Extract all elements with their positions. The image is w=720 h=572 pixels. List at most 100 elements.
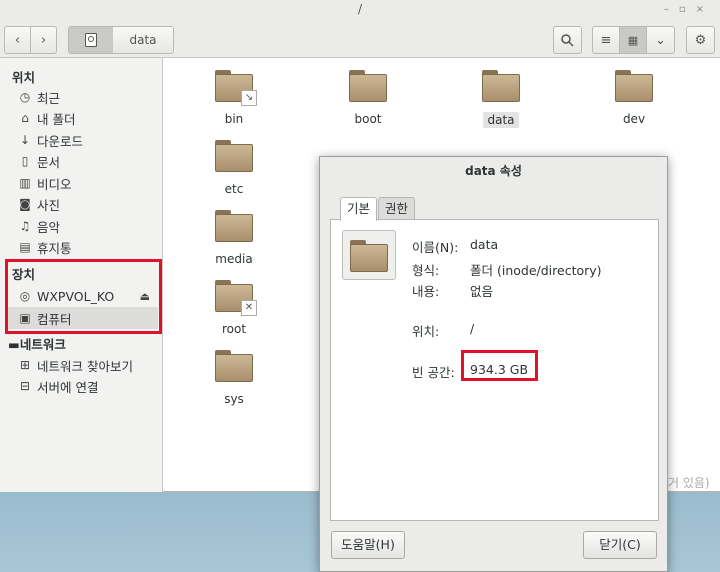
file-item-root[interactable]: ✕ root bbox=[189, 280, 279, 336]
close-button[interactable]: 닫기(C) bbox=[583, 531, 657, 559]
sidebar-item-label: 최근 bbox=[37, 90, 61, 106]
file-name: data bbox=[483, 112, 519, 128]
sidebar-item-label: 문서 bbox=[37, 154, 61, 170]
type-label: 형식: bbox=[412, 263, 440, 278]
file-name: bin bbox=[224, 112, 244, 126]
window-controls[interactable]: –▫× bbox=[664, 1, 714, 19]
server-icon: ⊟ bbox=[19, 379, 31, 393]
view-options-button[interactable]: ⌄ bbox=[646, 26, 675, 54]
folder-icon bbox=[615, 70, 653, 102]
path-segment-current[interactable]: data bbox=[113, 27, 173, 53]
sidebar-item-browse-network[interactable]: ⊞ 네트워크 찾아보기 bbox=[18, 355, 158, 375]
file-name: dev bbox=[622, 112, 646, 126]
sidebar-item-label: 휴지통 bbox=[37, 240, 72, 256]
sidebar-item-label: 네트워크 찾아보기 bbox=[37, 358, 133, 374]
help-button[interactable]: 도움말(H) bbox=[331, 531, 405, 559]
clock-icon: ◷ bbox=[19, 90, 31, 104]
sidebar: 위치 ◷ 최근 ⌂ 내 폴더 ↓ 다운로드 ▯ 문서 ▥ 비디오 ◙ 사진 ♫ 음악 ▤ 휴지통… bbox=[0, 58, 163, 492]
sidebar-devices-header: 장치 bbox=[12, 267, 36, 282]
chevron-left-icon: ‹ bbox=[14, 32, 21, 48]
chevron-right-icon: › bbox=[40, 32, 47, 48]
file-name: boot bbox=[354, 112, 382, 126]
folder-icon bbox=[215, 140, 253, 172]
folder-icon bbox=[482, 70, 520, 102]
status-fragment: 거 있음) bbox=[668, 476, 710, 490]
title-bar: / –▫× bbox=[0, 0, 720, 22]
properties-dialog: data 속성 기본 권한 이름(N): data 형식: 폴더 (inode/… bbox=[319, 156, 668, 572]
network-header-icon: ▬ bbox=[8, 337, 20, 352]
camera-icon: ◙ bbox=[19, 197, 31, 211]
locked-x-icon: ✕ bbox=[241, 300, 257, 316]
network-icon: ⊞ bbox=[19, 358, 31, 372]
tab-basic[interactable]: 기본 bbox=[340, 197, 378, 221]
sidebar-item-computer[interactable]: ▣ 컴퓨터 bbox=[8, 307, 158, 329]
type-value: 폴더 (inode/directory) bbox=[470, 263, 602, 278]
disc-icon: ◎ bbox=[19, 289, 31, 303]
name-label: 이름(N): bbox=[412, 240, 459, 255]
sidebar-item-home[interactable]: ⌂ 내 폴더 bbox=[18, 108, 158, 128]
sidebar-item-label: 사진 bbox=[37, 197, 61, 213]
window-title: / bbox=[357, 2, 363, 16]
search-icon bbox=[561, 33, 574, 47]
path-root-button[interactable] bbox=[69, 27, 113, 53]
file-item-sys[interactable]: sys bbox=[189, 350, 279, 406]
file-name: root bbox=[221, 322, 247, 336]
folder-icon bbox=[342, 230, 396, 280]
dialog-title: data 속성 bbox=[465, 164, 522, 178]
sidebar-network-header: ▬네트워크 bbox=[8, 334, 66, 353]
forward-button[interactable]: › bbox=[30, 26, 57, 54]
eject-icon[interactable]: ⏏ bbox=[140, 290, 150, 303]
chevron-down-icon: ⌄ bbox=[655, 32, 666, 48]
contents-value: 없음 bbox=[470, 284, 494, 299]
sidebar-item-pictures[interactable]: ◙ 사진 bbox=[18, 194, 158, 214]
sidebar-item-label: 음악 bbox=[37, 219, 61, 235]
file-item-bin[interactable]: ↘ bin bbox=[189, 70, 279, 126]
file-name: etc bbox=[224, 182, 244, 196]
sidebar-item-label: 내 폴더 bbox=[37, 111, 76, 127]
sidebar-item-wxpvol[interactable]: ◎ WXPVOL_KO ⏏ bbox=[18, 286, 158, 306]
sidebar-item-label: 다운로드 bbox=[37, 133, 84, 149]
path-bar: data bbox=[68, 26, 174, 54]
sidebar-item-label: 서버에 연결 bbox=[37, 379, 99, 395]
sidebar-item-recent[interactable]: ◷ 최근 bbox=[18, 87, 158, 107]
video-icon: ▥ bbox=[19, 176, 31, 190]
trash-icon: ▤ bbox=[19, 240, 31, 254]
computer-icon: ▣ bbox=[19, 311, 31, 325]
sidebar-item-videos[interactable]: ▥ 비디오 bbox=[18, 173, 158, 193]
list-icon: ≡ bbox=[600, 32, 612, 48]
file-item-dev[interactable]: dev bbox=[589, 70, 679, 126]
drive-icon bbox=[85, 33, 97, 47]
file-item-data[interactable]: data bbox=[456, 70, 546, 128]
back-button[interactable]: ‹ bbox=[4, 26, 31, 54]
contents-label: 내용: bbox=[412, 284, 440, 299]
free-space-value: 934.3 GB bbox=[470, 362, 529, 377]
sidebar-item-trash[interactable]: ▤ 휴지통 bbox=[18, 237, 158, 257]
document-icon: ▯ bbox=[21, 154, 29, 168]
file-item-etc[interactable]: etc bbox=[189, 140, 279, 196]
download-icon: ↓ bbox=[19, 133, 31, 147]
sidebar-item-downloads[interactable]: ↓ 다운로드 bbox=[18, 130, 158, 150]
file-name: media bbox=[215, 252, 253, 266]
folder-icon bbox=[215, 210, 253, 242]
settings-button[interactable]: ⚙ bbox=[686, 26, 715, 54]
grid-view-button[interactable]: ▦ bbox=[619, 26, 647, 54]
folder-icon bbox=[349, 70, 387, 102]
folder-icon: ✕ bbox=[215, 280, 257, 316]
sidebar-item-documents[interactable]: ▯ 문서 bbox=[18, 151, 158, 171]
sidebar-item-label: 컴퓨터 bbox=[37, 311, 72, 327]
folder-large-icon bbox=[350, 240, 388, 272]
file-name: sys bbox=[224, 392, 244, 406]
music-icon: ♫ bbox=[19, 219, 31, 233]
toolbar: ‹ › data ≡ ▦ ⌄ ⚙ bbox=[0, 22, 720, 58]
file-item-boot[interactable]: boot bbox=[323, 70, 413, 126]
sidebar-item-label: WXPVOL_KO bbox=[37, 288, 115, 304]
search-button[interactable] bbox=[553, 26, 582, 54]
sidebar-item-connect-server[interactable]: ⊟ 서버에 연결 bbox=[18, 376, 158, 396]
name-value[interactable]: data bbox=[470, 237, 498, 252]
network-header-label: 네트워크 bbox=[19, 337, 66, 352]
file-item-media[interactable]: media bbox=[189, 210, 279, 266]
list-view-button[interactable]: ≡ bbox=[592, 26, 620, 54]
tab-permissions[interactable]: 권한 bbox=[378, 197, 416, 220]
location-label: 위치: bbox=[412, 324, 440, 339]
sidebar-item-music[interactable]: ♫ 음악 bbox=[18, 216, 158, 236]
